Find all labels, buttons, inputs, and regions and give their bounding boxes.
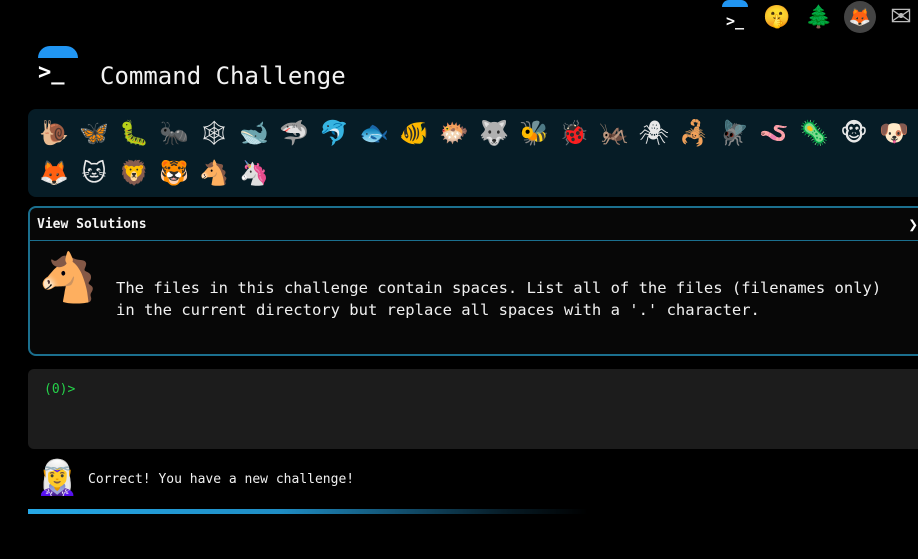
tropical-fish-icon[interactable]: 🐠 [394, 113, 434, 153]
challenge-animal-bar: 🐌 🦋 🐛 🐜 🕸 🐋 🦈 🐬 🐟 🐠 🐡 🐺 🐝 🐞 🦗 🕷 🦂 🪰 🪱 🦠 🐵 🐶 🦊 🐱 🦁 🐯 🐴 🦄 [28, 109, 918, 197]
command-challenge-logo-icon[interactable]: >_ [718, 0, 752, 34]
challenge-body: 🐴 The files in this challenge contain sp… [30, 241, 918, 355]
spider-icon[interactable]: 🕷 [634, 113, 674, 153]
scorpion-icon[interactable]: 🦂 [674, 113, 714, 153]
challenge-description: The files in this challenge contain spac… [116, 279, 882, 319]
wolf-icon[interactable]: 🐺 [474, 113, 514, 153]
lion-icon[interactable]: 🦁 [114, 153, 154, 193]
unicorn-icon[interactable]: 🦄 [234, 153, 274, 193]
chevron-right-icon[interactable]: ❯ [908, 215, 918, 234]
microbe-icon[interactable]: 🦠 [794, 113, 834, 153]
terminal-prompt: (0)> [44, 382, 76, 397]
shushing-face-icon[interactable]: 🤫 [760, 0, 794, 34]
dog-icon[interactable]: 🐶 [874, 113, 914, 153]
page-title: Command Challenge [100, 62, 346, 90]
status-message: Correct! You have a new challenge! [88, 472, 355, 487]
evergreen-tree-icon[interactable]: 🌲 [802, 0, 836, 34]
elf-icon: 🧝‍♀️ [36, 458, 79, 498]
view-solutions-toggle[interactable]: View Solutions ❯ [30, 208, 918, 241]
bee-icon[interactable]: 🐝 [514, 113, 554, 153]
fly-icon[interactable]: 🪰 [714, 113, 754, 153]
butterfly-icon[interactable]: 🦋 [74, 113, 114, 153]
dolphin-icon[interactable]: 🐬 [314, 113, 354, 153]
horse-icon[interactable]: 🐴 [194, 153, 234, 193]
terminal[interactable]: (0)> [28, 369, 918, 449]
monkey-icon[interactable]: 🐵 [834, 113, 874, 153]
logo-icon[interactable]: >_ [36, 46, 78, 88]
umbrella-shape [38, 46, 78, 58]
shark-icon[interactable]: 🦈 [274, 113, 314, 153]
envelope-icon[interactable]: ✉ [884, 0, 918, 34]
whale-icon[interactable]: 🐋 [234, 113, 274, 153]
ladybug-icon[interactable]: 🐞 [554, 113, 594, 153]
top-icon-bar: >_ 🤫 🌲 🦊 ✉ [718, 0, 918, 34]
blowfish-icon[interactable]: 🐡 [434, 113, 474, 153]
snail-icon[interactable]: 🐌 [34, 113, 74, 153]
view-solutions-label: View Solutions [37, 216, 147, 232]
ant-icon[interactable]: 🐜 [154, 113, 194, 153]
spider-web-icon[interactable]: 🕸 [194, 113, 234, 153]
gitlab-icon[interactable]: 🦊 [844, 1, 876, 33]
horse-icon: 🐴 [38, 250, 98, 306]
cat-icon[interactable]: 🐱 [74, 153, 114, 193]
worm-icon[interactable]: 🪱 [754, 113, 794, 153]
cricket-icon[interactable]: 🦗 [594, 113, 634, 153]
tiger-icon[interactable]: 🐯 [154, 153, 194, 193]
caterpillar-icon[interactable]: 🐛 [114, 113, 154, 153]
fish-icon[interactable]: 🐟 [354, 113, 394, 153]
solutions-panel: View Solutions ❯ 🐴 The files in this cha… [28, 206, 918, 356]
progress-bar [28, 509, 588, 514]
fox-icon[interactable]: 🦊 [34, 153, 74, 193]
logo-prompt-glyph: >_ [38, 60, 65, 85]
